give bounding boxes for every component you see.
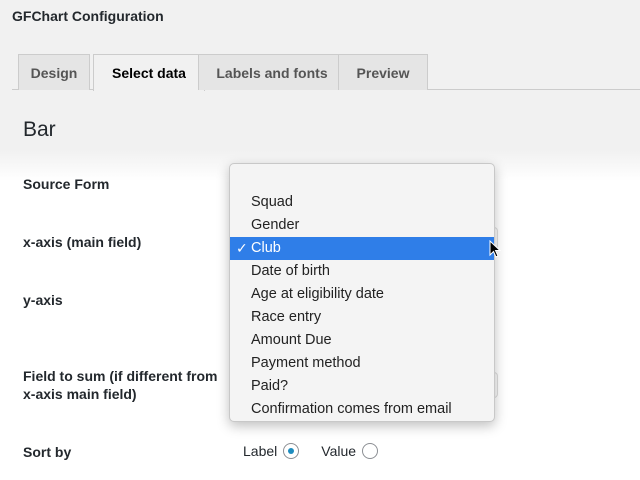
sort-value-radio[interactable] [362,443,379,459]
tab-preview[interactable]: Preview [338,54,428,90]
dropdown-option-race-entry[interactable]: Race entry [230,306,494,329]
sort-by-label: Sort by [23,444,72,460]
dropdown-option-amount-due[interactable]: Amount Due [230,329,494,352]
tab-labels-and-fonts[interactable]: Labels and fonts [198,54,346,90]
field-to-sum-label-line1: Field to sum (if different from [23,368,218,384]
tab-bar: Design Select data Labels and fonts Prev… [12,54,640,91]
xaxis-dropdown-list[interactable]: Squad Gender ✓ Club Date of birth Age at … [229,163,495,422]
mouse-pointer-icon [489,240,501,258]
checkmark-icon: ✓ [236,240,248,256]
tab-select-data[interactable]: Select data [93,54,205,91]
dropdown-option-gender[interactable]: Gender [230,214,494,237]
sort-value-option-text: Value [321,443,357,459]
dropdown-option-payment-method[interactable]: Payment method [230,352,494,375]
field-to-sum-label-line2: x-axis main field) [23,386,137,402]
sort-by-options: Label Value [243,443,379,459]
dropdown-option-confirmation-comes-from-email[interactable]: Confirmation comes from email [230,398,494,421]
section-title: Bar [23,118,56,141]
dropdown-option-paid[interactable]: Paid? [230,375,494,398]
sort-label-option-text: Label [243,443,278,459]
sort-label-radio[interactable] [283,443,300,459]
yaxis-label: y-axis [23,292,63,308]
source-form-label: Source Form [23,176,110,192]
dropdown-option-club[interactable]: ✓ Club [230,237,494,260]
dropdown-option-date-of-birth[interactable]: Date of birth [230,260,494,283]
dropdown-option-age-at-eligibility-date[interactable]: Age at eligibility date [230,283,494,306]
window-title: GFChart Configuration [12,8,164,24]
dropdown-option-squad[interactable]: Squad [230,191,494,214]
tab-design[interactable]: Design [18,54,90,90]
xaxis-label: x-axis (main field) [23,234,142,250]
